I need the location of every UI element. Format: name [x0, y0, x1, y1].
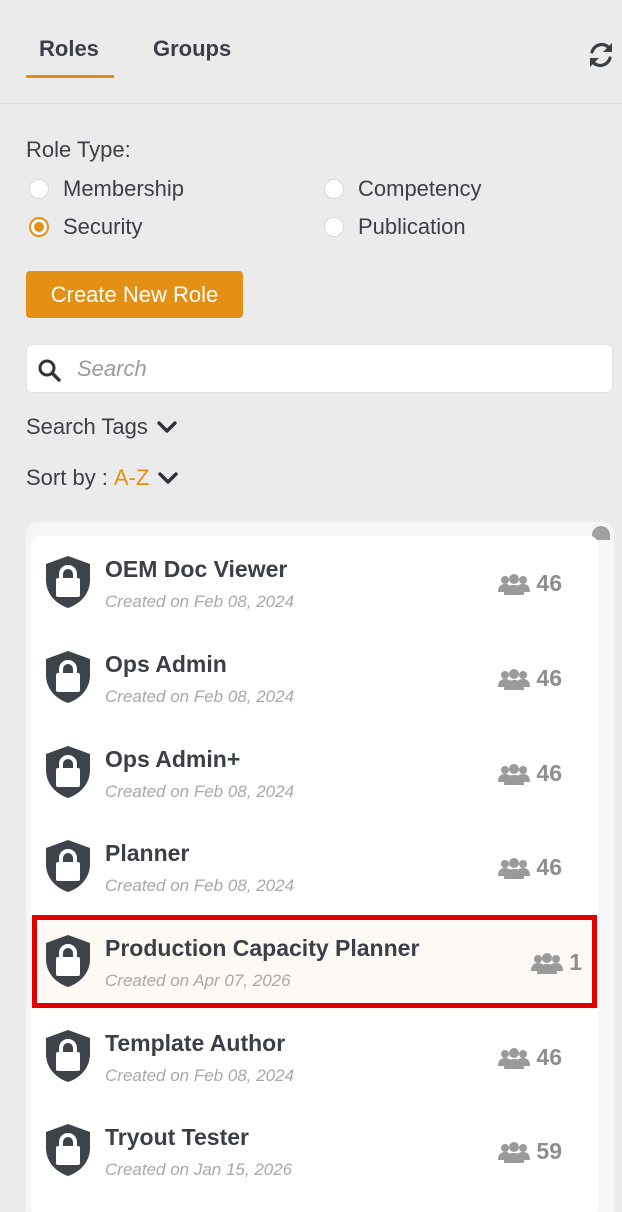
radio-button[interactable]	[324, 179, 344, 199]
member-count: 46	[498, 570, 562, 597]
radio-button-selected[interactable]	[29, 217, 49, 237]
member-count-value: 59	[536, 1138, 562, 1164]
role-created-date: Created on Jan 15, 2026	[105, 1160, 293, 1179]
radio-competency[interactable]: Competency	[324, 176, 482, 202]
member-count: 46	[498, 760, 562, 787]
member-count-value: 46	[536, 854, 562, 880]
radio-button[interactable]	[324, 217, 344, 237]
shield-lock-icon	[46, 1030, 90, 1082]
shield-lock-icon	[46, 556, 90, 608]
radio-label: Publication	[358, 214, 466, 239]
role-type-label: Role Type:	[26, 137, 131, 162]
search-icon	[38, 359, 61, 382]
users-icon	[498, 573, 531, 595]
sort-by-label: Sort by :	[26, 465, 108, 490]
member-count-value: 46	[536, 665, 562, 691]
member-count: 1	[531, 949, 582, 976]
radio-label: Competency	[358, 176, 482, 201]
radio-button[interactable]	[29, 179, 49, 199]
shield-lock-icon	[46, 746, 90, 798]
role-item[interactable]: Ops Admin Created on Feb 08, 2024 46	[31, 631, 598, 725]
member-count: 59	[498, 1138, 562, 1165]
role-item[interactable]: Tryout Tester Created on Jan 15, 2026 59	[31, 1104, 598, 1198]
role-item[interactable]: Template Author Created on Feb 08, 2024 …	[31, 1010, 598, 1104]
role-name: Ops Admin	[105, 651, 227, 677]
sort-by-dropdown[interactable]: Sort by : A-Z	[26, 465, 179, 491]
search-box	[26, 344, 613, 393]
active-tab-indicator	[26, 75, 114, 78]
role-list-content: OEM Doc Viewer Created on Feb 08, 2024 4…	[31, 536, 598, 1212]
radio-security[interactable]: Security	[29, 214, 142, 240]
tab-bar: Roles Groups	[0, 0, 622, 104]
role-created-date: Created on Feb 08, 2024	[105, 1066, 295, 1085]
role-created-date: Created on Feb 08, 2024	[105, 782, 295, 801]
radio-label: Membership	[63, 176, 185, 201]
role-item[interactable]: Ops Admin+ Created on Feb 08, 2024 46	[31, 726, 598, 820]
member-count: 46	[498, 854, 562, 881]
tab-roles[interactable]: Roles	[39, 36, 99, 62]
role-created-date: Created on Apr 07, 2026	[105, 971, 291, 990]
role-item[interactable]: Production Capacity Planner Created on A…	[31, 915, 598, 1009]
member-count-value: 46	[536, 760, 562, 786]
role-name: OEM Doc Viewer	[105, 556, 288, 582]
users-icon	[498, 763, 531, 785]
users-icon	[531, 952, 564, 974]
role-name: Planner	[105, 840, 190, 866]
sort-by-value: A-Z	[113, 465, 150, 490]
role-name: Ops Admin+	[105, 746, 241, 772]
role-created-date: Created on Feb 08, 2024	[105, 876, 295, 895]
search-tags-label: Search Tags	[26, 414, 148, 439]
member-count-value: 1	[569, 949, 582, 975]
role-item[interactable]: OEM Doc Viewer Created on Feb 08, 2024 4…	[31, 536, 598, 630]
role-name: Template Author	[105, 1030, 286, 1056]
users-icon	[498, 668, 531, 690]
member-count-value: 46	[536, 570, 562, 596]
refresh-icon[interactable]	[586, 40, 616, 70]
role-list: OEM Doc Viewer Created on Feb 08, 2024 4…	[26, 522, 614, 1212]
member-count-value: 46	[536, 1044, 562, 1070]
shield-lock-icon	[46, 840, 90, 892]
users-icon	[498, 857, 531, 879]
radio-membership[interactable]: Membership	[29, 176, 184, 202]
users-icon	[498, 1141, 531, 1163]
member-count: 46	[498, 1044, 562, 1071]
shield-lock-icon	[46, 935, 90, 987]
create-new-role-button[interactable]: Create New Role	[26, 271, 243, 318]
radio-publication[interactable]: Publication	[324, 214, 466, 240]
role-created-date: Created on Feb 08, 2024	[105, 592, 295, 611]
tab-groups[interactable]: Groups	[153, 36, 231, 62]
role-name: Production Capacity Planner	[105, 935, 420, 961]
radio-label: Security	[63, 214, 143, 239]
shield-lock-icon	[46, 1124, 90, 1176]
shield-lock-icon	[46, 651, 90, 703]
search-input[interactable]	[77, 353, 597, 385]
chevron-down-icon	[157, 421, 177, 433]
member-count: 46	[498, 665, 562, 692]
search-tags-toggle[interactable]: Search Tags	[26, 414, 178, 440]
role-created-date: Created on Feb 08, 2024	[105, 687, 295, 706]
role-item[interactable]: Planner Created on Feb 08, 2024 46	[31, 820, 598, 914]
chevron-down-icon	[158, 472, 179, 484]
role-name: Tryout Tester	[105, 1124, 249, 1150]
users-icon	[498, 1047, 531, 1069]
